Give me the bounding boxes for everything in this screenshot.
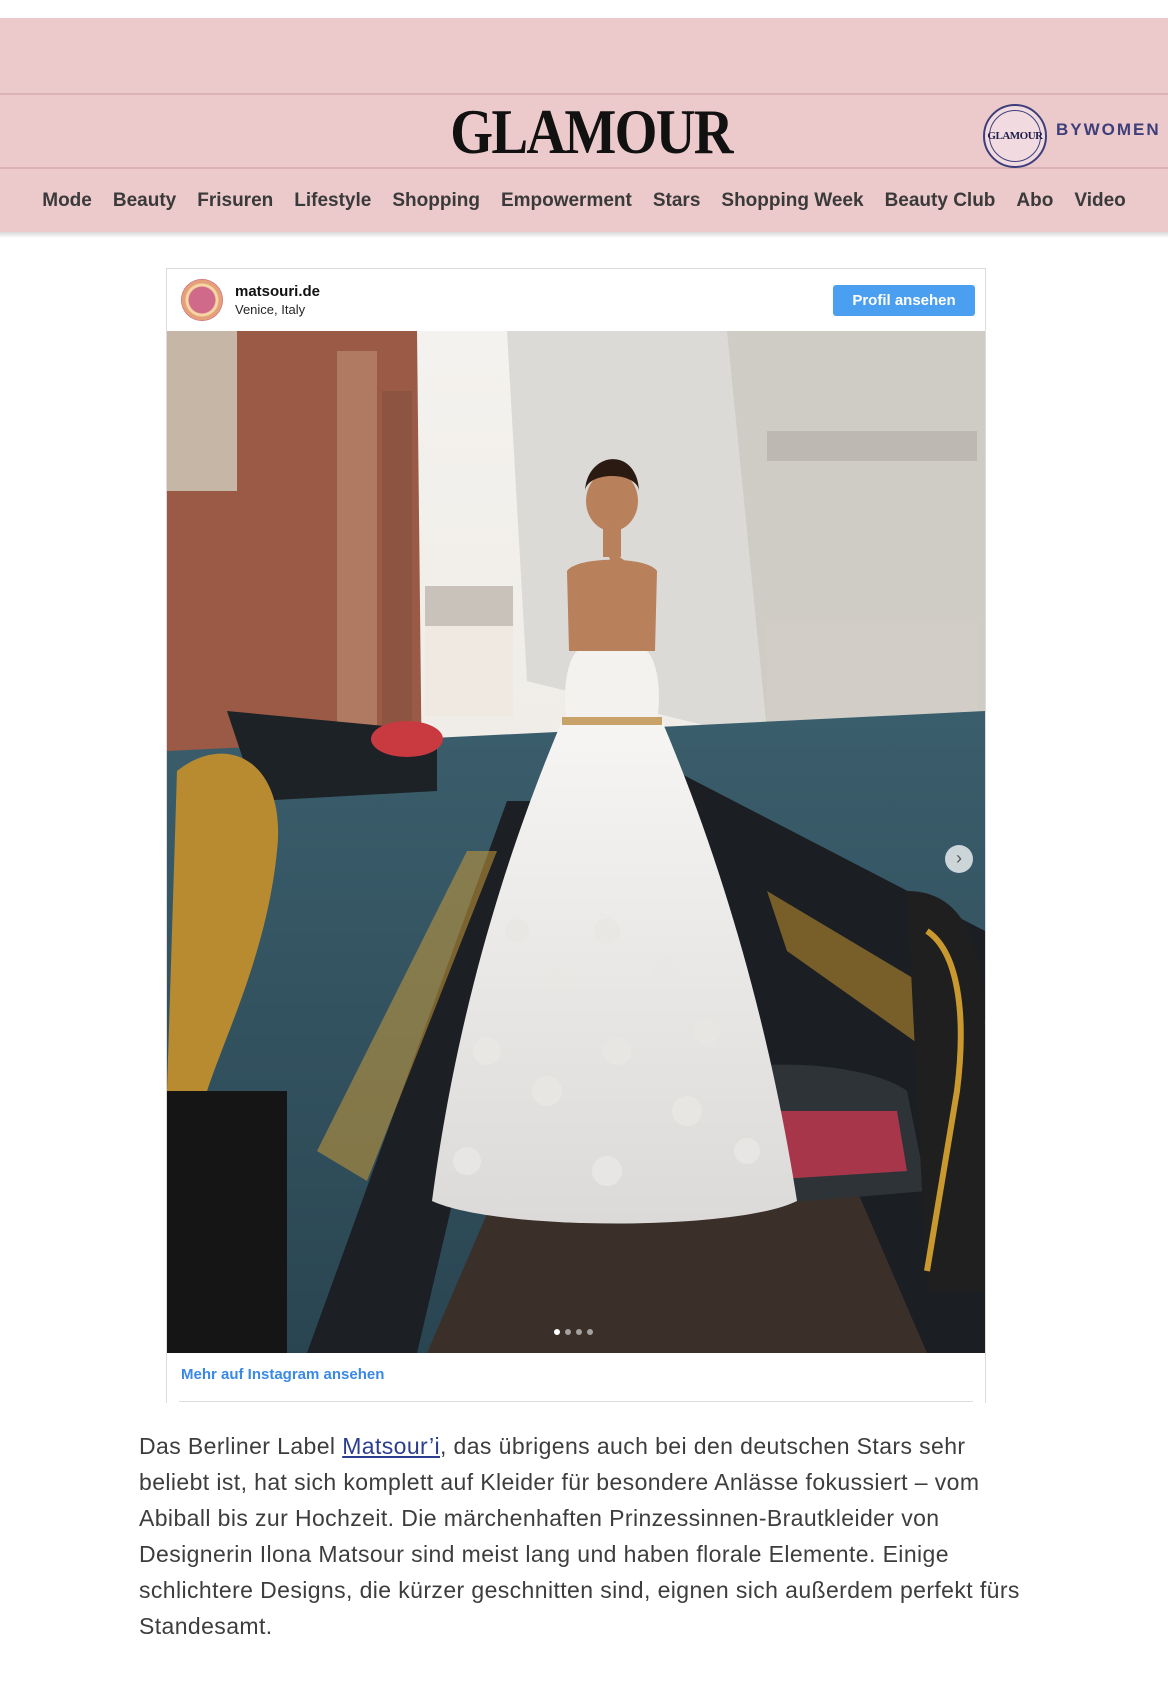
nav-item-mode[interactable]: Mode (42, 186, 92, 216)
nav-item-empowerment[interactable]: Empowerment (501, 186, 632, 216)
nav-item-shopping-week[interactable]: Shopping Week (721, 186, 863, 216)
venice-bridal-photo (167, 331, 985, 1353)
top-strip (0, 0, 1168, 18)
main-navigation: Mode Beauty Frisuren Lifestyle Shopping … (0, 186, 1168, 216)
instagram-embed: matsouri.de Venice, Italy Profil ansehen (166, 268, 986, 1403)
avatar[interactable] (181, 279, 223, 321)
nav-item-video[interactable]: Video (1074, 186, 1125, 216)
article-text-rest: , das übrigens auch bei den deutschen St… (139, 1433, 1020, 1639)
carousel-dot (576, 1329, 582, 1335)
carousel-next-icon[interactable]: › (945, 845, 973, 873)
instagram-location[interactable]: Venice, Italy (235, 302, 305, 317)
carousel-indicator (554, 1329, 593, 1335)
matsouri-link[interactable]: Matsour’i (342, 1433, 440, 1459)
article-paragraph: Das Berliner Label Matsour’i, das übrige… (139, 1428, 1039, 1644)
bywomen-badge-icon[interactable]: GLAMOUR (983, 104, 1047, 168)
carousel-dot (565, 1329, 571, 1335)
view-more-on-instagram-link[interactable]: Mehr auf Instagram ansehen (181, 1366, 384, 1383)
article-text-start: Das Berliner Label (139, 1433, 343, 1459)
nav-item-lifestyle[interactable]: Lifestyle (294, 186, 371, 216)
nav-item-beauty-club[interactable]: Beauty Club (885, 186, 996, 216)
nav-item-frisuren[interactable]: Frisuren (197, 186, 273, 216)
carousel-dot (554, 1329, 560, 1335)
carousel-dot (587, 1329, 593, 1335)
view-profile-button[interactable]: Profil ansehen (833, 285, 975, 316)
instagram-photo[interactable] (167, 331, 985, 1353)
header-shadow (0, 232, 1168, 238)
nav-item-abo[interactable]: Abo (1016, 186, 1053, 216)
nav-item-shopping[interactable]: Shopping (392, 186, 480, 216)
badge-label: GLAMOUR (987, 110, 1043, 162)
nav-item-stars[interactable]: Stars (653, 186, 701, 216)
nav-item-beauty[interactable]: Beauty (113, 186, 176, 216)
instagram-username[interactable]: matsouri.de (235, 283, 320, 300)
bywomen-link[interactable]: BYWOMEN (1056, 120, 1161, 140)
embed-divider (179, 1401, 973, 1402)
glamour-logo[interactable]: GLAMOUR (450, 88, 733, 176)
